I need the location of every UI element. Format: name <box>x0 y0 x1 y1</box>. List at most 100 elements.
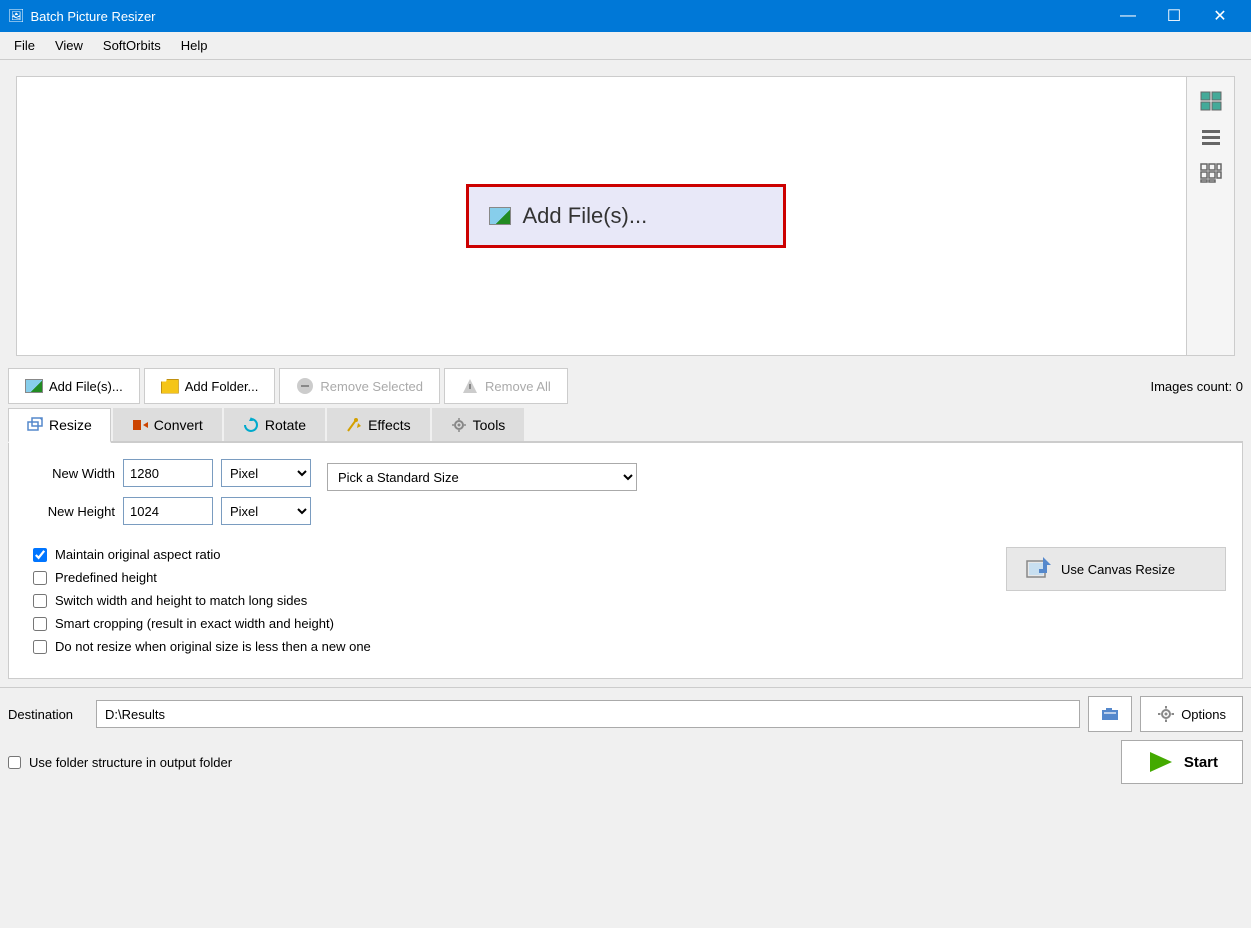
predefined-height-row: Predefined height <box>25 570 371 585</box>
folder-structure-checkbox[interactable] <box>8 756 21 769</box>
smart-crop-checkbox[interactable] <box>33 617 47 631</box>
menu-help[interactable]: Help <box>171 34 218 57</box>
images-count: Images count: 0 <box>1150 379 1243 394</box>
options-button[interactable]: Options <box>1140 696 1243 732</box>
main-area: Add File(s)... <box>0 60 1251 928</box>
titlebar: 🖼 Batch Picture Resizer — ☐ ✕ <box>0 0 1251 32</box>
width-row: New Width Pixel Percent Inch Cm Mm <box>25 459 311 487</box>
rotate-tab-icon <box>243 417 259 433</box>
menu-softorbits[interactable]: SoftOrbits <box>93 34 171 57</box>
maintain-aspect-checkbox[interactable] <box>33 548 47 562</box>
switch-wh-row: Switch width and height to match long si… <box>25 593 371 608</box>
view-panel <box>1186 77 1234 355</box>
remove-selected-button[interactable]: Remove Selected <box>279 368 440 404</box>
list-view-icon <box>1200 127 1222 147</box>
menubar: File View SoftOrbits Help <box>0 32 1251 60</box>
bottom-bar: Destination Options <box>0 687 1251 792</box>
tab-convert-label: Convert <box>154 417 203 433</box>
app-icon: 🖼 <box>8 8 25 24</box>
no-resize-row: Do not resize when original size is less… <box>25 639 371 654</box>
tabs-row: Resize Convert Rotate <box>8 408 1243 443</box>
start-icon <box>1146 748 1176 776</box>
grid-view-button[interactable] <box>1193 157 1229 189</box>
predefined-height-label: Predefined height <box>55 570 157 585</box>
tab-tools-label: Tools <box>473 417 506 433</box>
tab-content: New Width Pixel Percent Inch Cm Mm New H… <box>8 443 1243 679</box>
grid-view-icon <box>1200 163 1222 183</box>
predefined-height-checkbox[interactable] <box>33 571 47 585</box>
effects-tab-icon <box>346 417 362 433</box>
add-files-icon <box>489 207 511 225</box>
start-label: Start <box>1184 754 1218 771</box>
canvas-resize-icon <box>1025 555 1053 583</box>
tab-convert[interactable]: Convert <box>113 408 222 441</box>
convert-tab-icon <box>132 417 148 433</box>
new-width-label: New Width <box>25 466 115 481</box>
canvas-resize-button[interactable]: Use Canvas Resize <box>1006 547 1226 591</box>
add-files-button[interactable]: Add File(s)... <box>8 368 140 404</box>
add-files-center-label: Add File(s)... <box>523 203 648 229</box>
tab-resize-label: Resize <box>49 417 92 433</box>
titlebar-controls: — ☐ ✕ <box>1105 0 1243 32</box>
canvas-resize-label: Use Canvas Resize <box>1061 562 1175 577</box>
remove-selected-label: Remove Selected <box>320 379 423 394</box>
thumbnails-view-button[interactable] <box>1193 85 1229 117</box>
thumbnails-icon <box>1200 91 1222 111</box>
add-files-center-button[interactable]: Add File(s)... <box>466 184 786 248</box>
no-resize-label: Do not resize when original size is less… <box>55 639 371 654</box>
tools-tab-icon <box>451 417 467 433</box>
remove-all-icon <box>461 377 479 395</box>
tab-resize[interactable]: Resize <box>8 408 111 443</box>
tabs-panel: Resize Convert Rotate <box>0 408 1251 687</box>
remove-all-label: Remove All <box>485 379 551 394</box>
menu-file[interactable]: File <box>4 34 45 57</box>
width-input[interactable] <box>123 459 213 487</box>
height-row: New Height Pixel Percent Inch Cm Mm <box>25 497 311 525</box>
folder-structure-row: Use folder structure in output folder <box>8 755 232 770</box>
width-unit-select[interactable]: Pixel Percent Inch Cm Mm <box>221 459 311 487</box>
maximize-button[interactable]: ☐ <box>1151 0 1197 32</box>
add-files-label: Add File(s)... <box>49 379 123 394</box>
remove-all-button[interactable]: Remove All <box>444 368 568 404</box>
maintain-aspect-row: Maintain original aspect ratio <box>25 547 371 562</box>
standard-size-select[interactable]: Pick a Standard Size 640x480 800x600 102… <box>327 463 637 491</box>
options-gear-icon <box>1157 705 1175 723</box>
tab-tools[interactable]: Tools <box>432 408 525 441</box>
browse-icon <box>1098 702 1122 726</box>
list-view-button[interactable] <box>1193 121 1229 153</box>
add-files-toolbar-icon <box>25 379 43 393</box>
destination-input[interactable] <box>96 700 1080 728</box>
switch-wh-checkbox[interactable] <box>33 594 47 608</box>
maintain-aspect-label: Maintain original aspect ratio <box>55 547 220 562</box>
tab-rotate[interactable]: Rotate <box>224 408 325 441</box>
options-label: Options <box>1181 707 1226 722</box>
checkboxes-area: Maintain original aspect ratio Predefine… <box>25 547 371 662</box>
folder-structure-label: Use folder structure in output folder <box>29 755 232 770</box>
tab-effects[interactable]: Effects <box>327 408 430 441</box>
app-title: Batch Picture Resizer <box>31 9 156 24</box>
start-button[interactable]: Start <box>1121 740 1243 784</box>
smart-crop-label: Smart cropping (result in exact width an… <box>55 616 334 631</box>
filelist-container: Add File(s)... <box>16 76 1235 356</box>
height-unit-select[interactable]: Pixel Percent Inch Cm Mm <box>221 497 311 525</box>
no-resize-checkbox[interactable] <box>33 640 47 654</box>
titlebar-left: 🖼 Batch Picture Resizer <box>8 8 156 24</box>
remove-selected-icon <box>296 377 314 395</box>
height-input[interactable] <box>123 497 213 525</box>
add-folder-icon <box>161 379 179 394</box>
menu-view[interactable]: View <box>45 34 93 57</box>
toolbar-row: Add File(s)... Add Folder... Remove Sele… <box>0 364 1251 408</box>
browse-button[interactable] <box>1088 696 1132 732</box>
smart-crop-row: Smart cropping (result in exact width an… <box>25 616 371 631</box>
switch-wh-label: Switch width and height to match long si… <box>55 593 307 608</box>
destination-row: Destination Options <box>8 696 1243 732</box>
new-height-label: New Height <box>25 504 115 519</box>
minimize-button[interactable]: — <box>1105 0 1151 32</box>
add-folder-label: Add Folder... <box>185 379 259 394</box>
tab-rotate-label: Rotate <box>265 417 306 433</box>
tab-effects-label: Effects <box>368 417 411 433</box>
resize-tab-icon <box>27 417 43 433</box>
add-folder-button[interactable]: Add Folder... <box>144 368 276 404</box>
close-button[interactable]: ✕ <box>1197 0 1243 32</box>
destination-label: Destination <box>8 707 88 722</box>
